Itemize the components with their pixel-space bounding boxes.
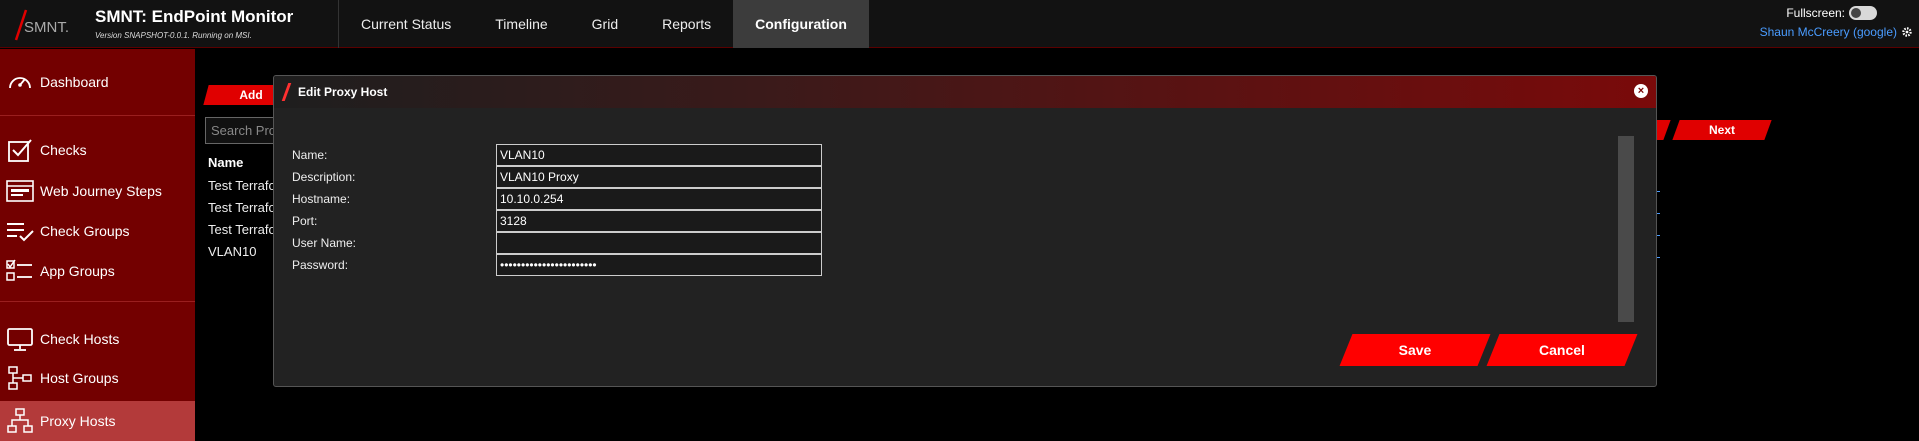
description-field[interactable] <box>496 166 822 188</box>
table-row[interactable]: Test Terrafo <box>208 222 276 237</box>
fullscreen-label: Fullscreen: <box>1786 6 1845 20</box>
form-row-hostname: Hostname: <box>292 188 822 210</box>
sidebar-item-label: Checks <box>40 142 87 158</box>
gear-icon[interactable] <box>1901 26 1913 38</box>
sidebar-item-label: Web Journey Steps <box>40 183 162 199</box>
logo-text: SMNT. <box>24 19 69 36</box>
password-field[interactable] <box>496 254 822 276</box>
tab-configuration[interactable]: Configuration <box>733 0 869 48</box>
sidebar-item-proxy-hosts[interactable]: Proxy Hosts <box>0 401 195 441</box>
sidebar-divider <box>0 115 195 116</box>
checkbox-icon <box>6 137 34 163</box>
save-button[interactable]: Save <box>1339 334 1491 366</box>
sidebar-item-app-groups[interactable]: App Groups <box>0 257 195 285</box>
username-label: User Name: <box>292 236 357 250</box>
form-row-port: Port: <box>292 210 822 232</box>
form-row-description: Description: <box>292 166 822 188</box>
sidebar-item-label: Check Hosts <box>40 331 120 347</box>
top-nav: Current Status Timeline Grid Reports Con… <box>338 0 869 48</box>
sidebar-item-check-hosts[interactable]: Check Hosts <box>0 325 195 353</box>
tab-reports[interactable]: Reports <box>640 0 733 48</box>
username-field[interactable] <box>496 232 822 254</box>
close-icon[interactable]: × <box>1634 84 1648 98</box>
column-header-name: Name <box>208 155 244 170</box>
network-group-icon <box>6 365 34 391</box>
sidebar-item-label: Host Groups <box>40 370 119 386</box>
sidebar-item-dashboard[interactable]: Dashboard <box>0 69 195 95</box>
description-label: Description: <box>292 170 356 184</box>
list-check-icon <box>6 218 34 244</box>
form-row-username: User Name: <box>292 232 822 254</box>
top-header: SMNT. SMNT: EndPoint Monitor Version SNA… <box>0 0 1919 48</box>
app-title: SMNT: EndPoint Monitor <box>95 7 294 26</box>
sidebar-item-host-groups[interactable]: Host Groups <box>0 364 195 392</box>
tab-current-status[interactable]: Current Status <box>338 0 473 48</box>
fullscreen-control: Fullscreen: <box>1786 6 1877 20</box>
smnt-logo[interactable]: SMNT. <box>4 6 80 42</box>
sidebar-item-label: Proxy Hosts <box>40 413 116 429</box>
sidebar-item-checks[interactable]: Checks <box>0 136 195 164</box>
tab-timeline[interactable]: Timeline <box>473 0 569 48</box>
gauge-icon <box>6 69 34 95</box>
table-row[interactable]: Test Terrafo <box>208 200 276 215</box>
sidebar-item-check-groups[interactable]: Check Groups <box>0 217 195 245</box>
hostname-label: Hostname: <box>292 192 351 206</box>
password-label: Password: <box>292 258 349 272</box>
dialog-title: Edit Proxy Host <box>298 85 388 99</box>
sidebar-item-label: Check Groups <box>40 223 130 239</box>
edit-proxy-host-dialog: Edit Proxy Host × Name: Description: Hos… <box>273 75 1657 387</box>
user-area: Shaun McCreery (google) <box>1760 25 1913 39</box>
form-row-name: Name: <box>292 144 822 166</box>
sidebar-item-label: App Groups <box>40 263 115 279</box>
form-row-password: Password: <box>292 254 822 276</box>
next-button-label: Next <box>1708 123 1735 137</box>
dialog-scrollbar[interactable] <box>1618 136 1634 322</box>
tab-grid[interactable]: Grid <box>570 0 640 48</box>
sidebar-divider <box>0 301 195 302</box>
slash-accent-icon <box>281 83 292 101</box>
sidebar-item-label: Dashboard <box>40 74 109 90</box>
table-row[interactable]: Test Terrafo <box>208 178 276 193</box>
monitor-icon <box>6 326 34 352</box>
table-row[interactable]: VLAN10 <box>208 244 256 259</box>
next-button[interactable]: Next <box>1672 120 1772 140</box>
cancel-button[interactable]: Cancel <box>1486 334 1638 366</box>
hostname-field[interactable] <box>496 188 822 210</box>
cancel-button-label: Cancel <box>1539 342 1585 358</box>
network-tree-icon <box>6 408 34 434</box>
fullscreen-toggle[interactable] <box>1849 6 1877 20</box>
name-label: Name: <box>292 148 328 162</box>
name-field[interactable] <box>496 144 822 166</box>
sidebar: Dashboard Checks Web Journey Steps Check… <box>0 49 195 441</box>
user-link[interactable]: Shaun McCreery (google) <box>1760 25 1897 39</box>
checklist-icon <box>6 258 34 284</box>
port-label: Port: <box>292 214 318 228</box>
port-field[interactable] <box>496 210 822 232</box>
sidebar-item-web-journey-steps[interactable]: Web Journey Steps <box>0 177 195 205</box>
dialog-header: Edit Proxy Host × <box>274 76 1656 108</box>
save-button-label: Save <box>1398 342 1432 358</box>
app-version: Version SNAPSHOT-0.0.1. Running on MSI. <box>95 31 252 40</box>
browser-window-icon <box>6 178 34 204</box>
